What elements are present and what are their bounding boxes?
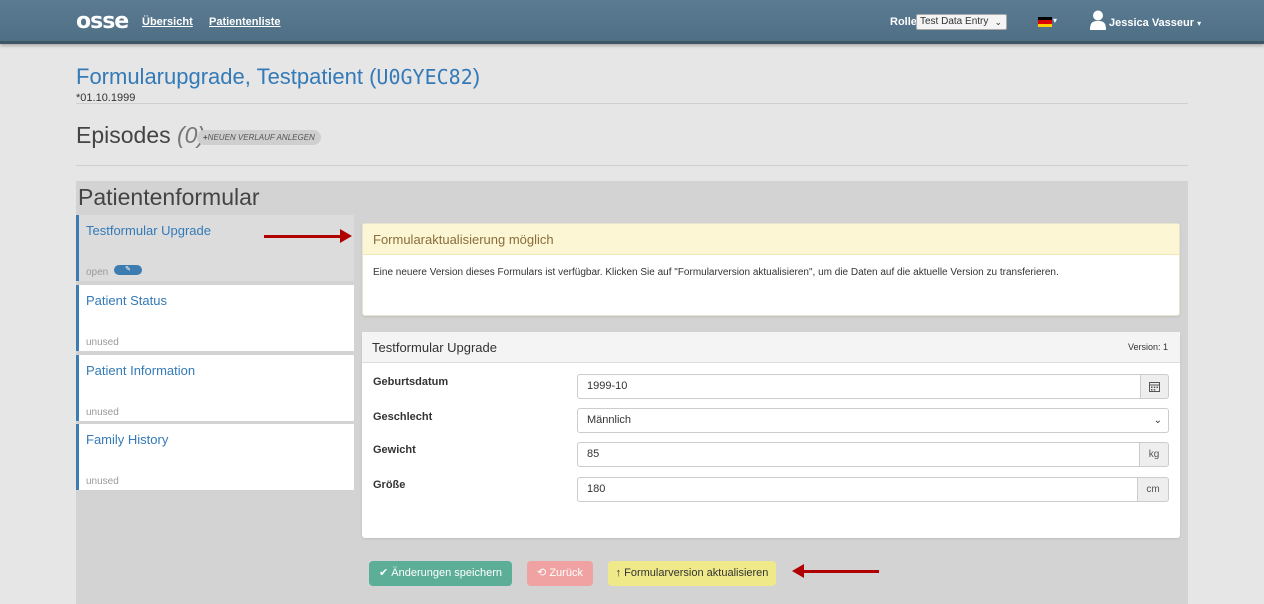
navbar: osse Übersicht Patientenliste Rolle Test…: [0, 0, 1264, 44]
gewicht-unit: kg: [1139, 442, 1169, 467]
alert-title: Formularaktualisierung möglich: [363, 224, 1179, 255]
gewicht-input[interactable]: 85: [577, 442, 1140, 467]
sidebar-item-patient-information[interactable]: Patient Information unused: [76, 355, 354, 421]
sidebar-item-label: Family History: [86, 432, 169, 447]
sidebar-item-status: unused: [86, 407, 119, 418]
sidebar-item-label: Patient Information: [86, 363, 196, 378]
chevron-down-icon: ⌄: [994, 17, 1002, 27]
field-label-gewicht: Gewicht: [373, 444, 416, 456]
role-select-value: Test Data Entry: [920, 16, 989, 27]
groesse-input[interactable]: 180: [577, 477, 1138, 502]
sidebar-item-status: unused: [86, 476, 119, 487]
back-button[interactable]: ⟲ Zurück: [527, 561, 593, 586]
arrow-up-icon: ↑: [615, 567, 622, 579]
form-header: Testformular Upgrade Version: 1: [362, 332, 1180, 363]
field-label-groesse: Größe: [373, 479, 406, 491]
divider: [76, 165, 1188, 166]
edit-icon[interactable]: ✎: [114, 265, 142, 275]
upgrade-form-button[interactable]: ↑ Formularversion aktualisieren: [608, 561, 776, 586]
episodes-heading: Episodes (0): [76, 122, 206, 148]
role-select[interactable]: Test Data Entry ⌄: [916, 14, 1007, 30]
upgrade-alert: Formularaktualisierung möglich Eine neue…: [362, 223, 1180, 316]
form-box: Testformular Upgrade Version: 1 Geburtsd…: [362, 332, 1180, 538]
nav-link-patientenliste[interactable]: Patientenliste: [209, 16, 281, 28]
nav-link-uebersicht[interactable]: Übersicht: [142, 16, 193, 28]
annotation-arrow-right: [264, 229, 352, 243]
divider: [76, 103, 1188, 104]
role-label: Rolle: [890, 16, 917, 28]
osse-logo[interactable]: osse: [76, 10, 129, 34]
geschlecht-select[interactable]: Männlich ⌄: [577, 408, 1169, 433]
sidebar-item-label: Patient Status: [86, 293, 167, 308]
calendar-icon[interactable]: [1140, 374, 1169, 399]
user-name: Jessica Vasseur ▾: [1109, 17, 1202, 29]
field-label-geschlecht: Geschlecht: [373, 411, 433, 423]
form-title: Testformular Upgrade: [372, 340, 497, 355]
groesse-unit: cm: [1137, 477, 1169, 502]
sidebar-item-status: unused: [86, 337, 119, 348]
user-icon: [1090, 10, 1106, 30]
check-icon: ✔: [379, 567, 389, 579]
de-flag-icon[interactable]: [1038, 17, 1052, 27]
field-label-geburtsdatum: Geburtsdatum: [373, 376, 449, 388]
geschlecht-value: Männlich: [587, 414, 632, 426]
sidebar-item-patient-status[interactable]: Patient Status unused: [76, 285, 354, 351]
annotation-arrow-left: [792, 564, 879, 578]
undo-icon: ⟲: [537, 567, 547, 579]
patient-form-title: Patientenformular: [78, 184, 260, 210]
chevron-down-icon: ⌄: [1153, 415, 1162, 426]
sidebar-item-family-history[interactable]: Family History unused: [76, 424, 354, 490]
patient-id: U0GYEC82: [376, 65, 473, 89]
sidebar-item-status: open: [86, 267, 109, 278]
language-caret-icon[interactable]: ▾: [1053, 16, 1057, 25]
save-button[interactable]: ✔ Änderungen speichern: [369, 561, 512, 586]
sidebar-item-testformular-upgrade[interactable]: Testformular Upgrade open ✎: [76, 215, 354, 281]
form-version: Version: 1: [1127, 342, 1168, 352]
geburtsdatum-input[interactable]: 1999-10: [577, 374, 1141, 399]
alert-body: Eine neuere Version dieses Formulars ist…: [373, 267, 1059, 278]
sidebar-item-label: Testformular Upgrade: [86, 223, 211, 238]
page-title: Formularupgrade, Testpatient (U0GYEC82): [76, 64, 481, 89]
new-episode-button[interactable]: +NEUEN VERLAUF ANLEGEN: [197, 130, 321, 145]
